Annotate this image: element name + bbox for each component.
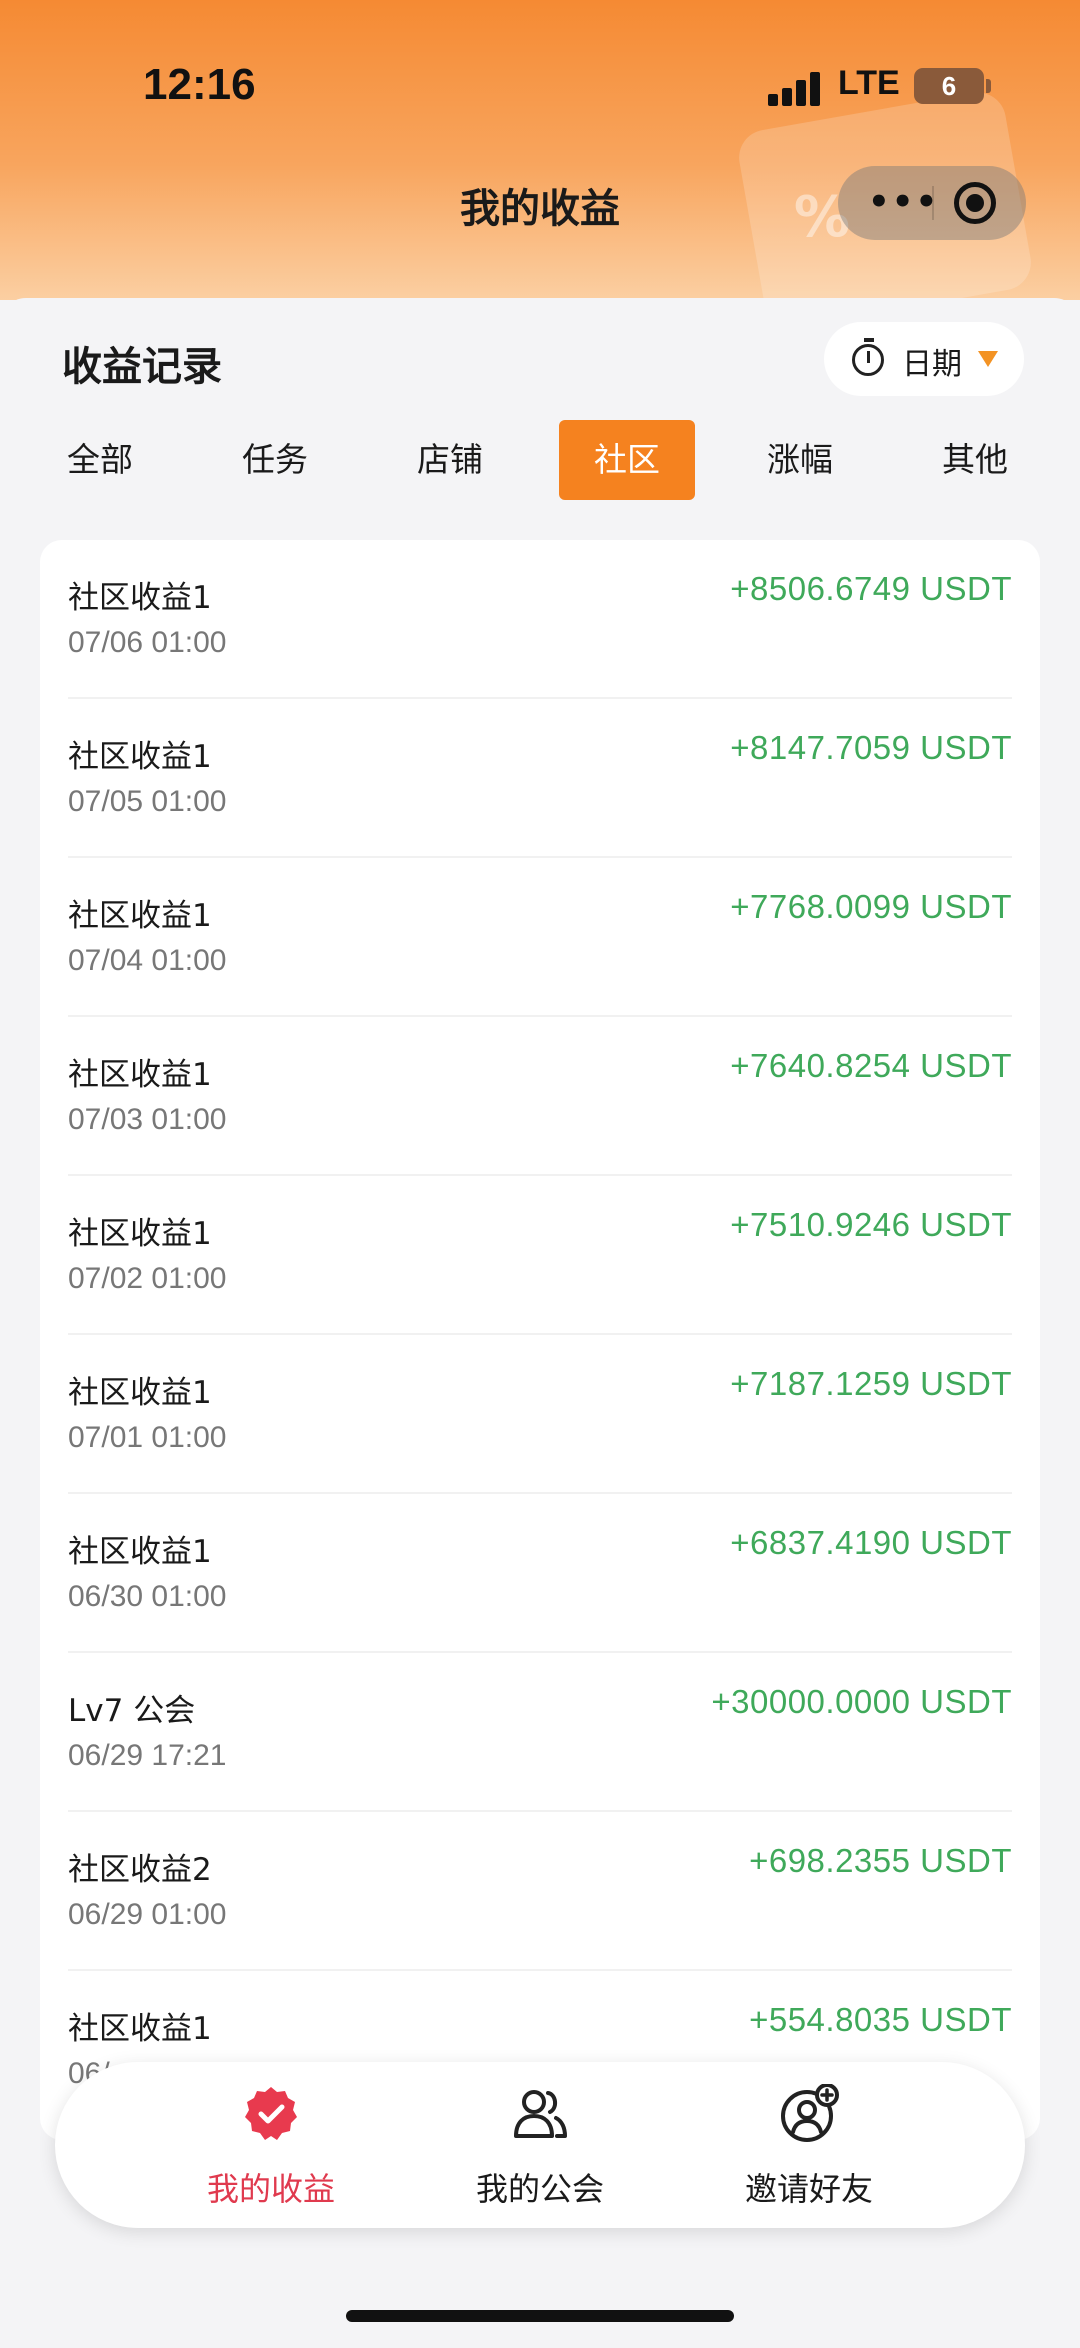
nav-label: 我的收益 xyxy=(206,2170,335,2208)
record-time: 07/01 01:00 xyxy=(68,1421,227,1454)
tab-gain[interactable]: 涨幅 xyxy=(740,420,860,500)
tab-tasks[interactable]: 任务 xyxy=(215,420,335,500)
add-friend-icon xyxy=(781,2084,839,2142)
record-time: 06/30 01:00 xyxy=(68,1580,227,1613)
record-time: 06/29 01:00 xyxy=(68,1898,227,1931)
list-item[interactable]: 社区收益2 06/29 01:00 +698.2355 USDT xyxy=(40,1812,1040,1971)
record-title: 社区收益1 xyxy=(68,898,212,934)
home-indicator[interactable] xyxy=(346,2310,734,2322)
record-title: 社区收益1 xyxy=(68,580,212,616)
record-title: 社区收益1 xyxy=(68,1534,212,1570)
record-time: 07/03 01:00 xyxy=(68,1103,227,1136)
record-title: 社区收益1 xyxy=(68,2011,212,2047)
record-amount: +7640.8254 USDT xyxy=(730,1047,1012,1084)
record-time: 07/02 01:00 xyxy=(68,1262,227,1295)
record-time: 06/29 17:21 xyxy=(68,1739,227,1772)
record-amount: +8506.6749 USDT xyxy=(730,570,1012,607)
record-amount: +7510.9246 USDT xyxy=(730,1206,1012,1243)
nav-label: 邀请好友 xyxy=(744,2170,873,2208)
record-time: 07/05 01:00 xyxy=(68,785,227,818)
status-time: 12:16 xyxy=(143,60,256,109)
record-title: 社区收益1 xyxy=(68,1216,212,1252)
record-amount: +7187.1259 USDT xyxy=(730,1365,1012,1402)
nav-invite-friends[interactable]: 邀请好友 xyxy=(699,2062,919,2228)
record-amount: +8147.7059 USDT xyxy=(730,729,1012,766)
signal-icon xyxy=(768,70,822,106)
stopwatch-icon xyxy=(852,338,884,376)
record-amount: +6837.4190 USDT xyxy=(730,1524,1012,1561)
record-amount: +7768.0099 USDT xyxy=(730,888,1012,925)
nav-my-guild[interactable]: 我的公会 xyxy=(430,2062,650,2228)
records-list: 社区收益1 07/06 01:00 +8506.6749 USDT 社区收益1 … xyxy=(40,540,1040,2140)
battery-tip xyxy=(986,79,991,93)
capsule-divider xyxy=(932,186,934,220)
section-title: 收益记录 xyxy=(62,344,222,390)
record-title: 社区收益1 xyxy=(68,739,212,775)
date-filter-button[interactable]: 日期 xyxy=(824,322,1024,396)
mini-program-capsule: ••• xyxy=(838,166,1026,240)
record-amount: +30000.0000 USDT xyxy=(711,1683,1012,1720)
record-title: 社区收益2 xyxy=(68,1852,212,1888)
list-item[interactable]: 社区收益1 06/30 01:00 +6837.4190 USDT xyxy=(40,1494,1040,1653)
list-item[interactable]: 社区收益1 07/05 01:00 +8147.7059 USDT xyxy=(40,699,1040,858)
network-type: LTE xyxy=(838,64,900,102)
caret-down-icon xyxy=(978,351,998,367)
list-item[interactable]: 社区收益1 07/02 01:00 +7510.9246 USDT xyxy=(40,1176,1040,1335)
tab-all[interactable]: 全部 xyxy=(40,420,160,500)
battery-icon: 6 xyxy=(914,68,984,104)
record-title: 社区收益1 xyxy=(68,1375,212,1411)
list-item[interactable]: 社区收益1 07/03 01:00 +7640.8254 USDT xyxy=(40,1017,1040,1176)
record-title: 社区收益1 xyxy=(68,1057,212,1093)
tab-community[interactable]: 社区 xyxy=(559,420,695,500)
record-amount: +554.8035 USDT xyxy=(749,2001,1012,2038)
record-title: Lv7 公会 xyxy=(68,1693,196,1729)
category-tabs: 全部 任务 店铺 社区 涨幅 其他 xyxy=(40,420,1060,500)
bottom-navigation: 我的收益 我的公会 邀请好友 xyxy=(55,2062,1025,2228)
status-bar: 12:16 LTE 6 xyxy=(0,0,1080,170)
date-filter-label: 日期 xyxy=(902,347,962,382)
record-amount: +698.2355 USDT xyxy=(749,1842,1012,1879)
badge-check-icon xyxy=(245,2087,297,2140)
target-close-icon[interactable] xyxy=(954,182,996,224)
more-dots-icon[interactable]: ••• xyxy=(868,182,939,222)
record-time: 07/04 01:00 xyxy=(68,944,227,977)
list-item[interactable]: Lv7 公会 06/29 17:21 +30000.0000 USDT xyxy=(40,1653,1040,1812)
list-item[interactable]: 社区收益1 07/06 01:00 +8506.6749 USDT xyxy=(40,540,1040,699)
tab-other[interactable]: 其他 xyxy=(915,420,1035,500)
tab-shop[interactable]: 店铺 xyxy=(390,420,510,500)
record-time: 07/06 01:00 xyxy=(68,626,227,659)
nav-my-earnings[interactable]: 我的收益 xyxy=(161,2062,381,2228)
nav-label: 我的公会 xyxy=(475,2170,604,2208)
group-users-icon xyxy=(514,2090,567,2138)
list-item[interactable]: 社区收益1 07/01 01:00 +7187.1259 USDT xyxy=(40,1335,1040,1494)
list-item[interactable]: 社区收益1 07/04 01:00 +7768.0099 USDT xyxy=(40,858,1040,1017)
